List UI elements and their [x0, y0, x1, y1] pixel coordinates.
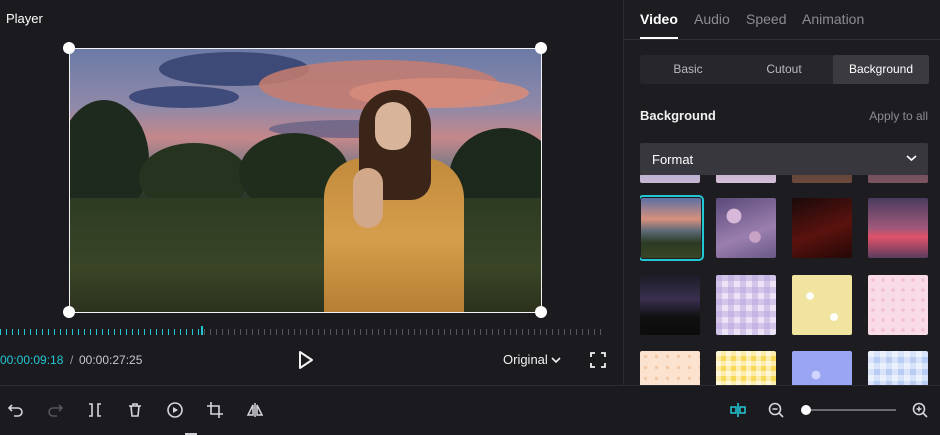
- undo-icon: [7, 404, 23, 417]
- player-title: Player: [6, 11, 43, 26]
- timeline-played: [0, 329, 201, 335]
- zoom-slider-knob[interactable]: [801, 405, 811, 415]
- fullscreen-icon: [590, 352, 606, 368]
- zoom-slider-track[interactable]: [806, 409, 896, 411]
- chevron-down-icon: [551, 356, 561, 363]
- tab-video[interactable]: Video: [640, 11, 678, 27]
- video-subtabs: Basic Cutout Background: [640, 55, 929, 84]
- bg-thumb-pink-room[interactable]: [868, 198, 928, 258]
- current-time: 00:00:09:18: [0, 353, 64, 367]
- replay-icon: [167, 402, 183, 418]
- play-button[interactable]: [296, 349, 316, 371]
- crop-icon: [207, 402, 223, 418]
- person-arm: [353, 168, 383, 228]
- bg-thumb-pink-dots[interactable]: [868, 275, 928, 335]
- crop-button[interactable]: [206, 401, 224, 419]
- bg-thumb-daisy-yellow[interactable]: [792, 275, 852, 335]
- bg-thumb-4[interactable]: [868, 175, 928, 183]
- zoom-in-button[interactable]: [911, 401, 929, 419]
- mirror-button[interactable]: [246, 401, 264, 419]
- chevron-down-icon: [906, 155, 917, 162]
- resize-handle-bottom-right[interactable]: [535, 306, 547, 318]
- fullscreen-button[interactable]: [589, 351, 607, 369]
- playhead[interactable]: [201, 326, 203, 335]
- resize-handle-top-left[interactable]: [63, 42, 75, 54]
- bg-thumb-blue-bubbles[interactable]: [792, 351, 852, 385]
- bg-thumb-bunny-check[interactable]: [716, 275, 776, 335]
- property-tabs: Video Audio Speed Animation: [624, 0, 940, 40]
- delete-button[interactable]: [126, 401, 144, 419]
- subtab-basic[interactable]: Basic: [640, 55, 736, 84]
- apply-to-all-button[interactable]: Apply to all: [869, 109, 928, 123]
- properties-panel: Video Audio Speed Animation Basic Cutout…: [623, 0, 940, 385]
- bg-thumb-yellow-check[interactable]: [716, 351, 776, 385]
- mirror-icon: [246, 403, 264, 417]
- subtab-cutout[interactable]: Cutout: [736, 55, 832, 84]
- split-button[interactable]: [86, 401, 104, 419]
- video-preview[interactable]: [69, 48, 542, 313]
- cloud-shape: [129, 86, 239, 108]
- time-separator: /: [70, 353, 74, 367]
- person-face: [375, 102, 411, 150]
- aspect-ratio-value: Original: [503, 352, 548, 367]
- bg-thumb-blue-bear[interactable]: [868, 351, 928, 385]
- undo-button[interactable]: [7, 401, 25, 419]
- active-tab-indicator: [640, 37, 678, 39]
- bg-thumb-flowers[interactable]: [716, 198, 776, 258]
- bg-thumb-2[interactable]: [716, 175, 776, 183]
- delete-icon: [129, 403, 141, 417]
- grass-field: [69, 198, 542, 313]
- resize-handle-top-right[interactable]: [535, 42, 547, 54]
- format-dropdown[interactable]: Format: [640, 143, 928, 175]
- resize-handle-bottom-left[interactable]: [63, 306, 75, 318]
- subtab-background[interactable]: Background: [833, 55, 929, 84]
- replay-button[interactable]: [166, 401, 184, 419]
- background-section-title: Background: [640, 108, 716, 123]
- bg-thumb-peach-dots[interactable]: [640, 351, 700, 385]
- bg-thumb-dark-red[interactable]: [792, 198, 852, 258]
- redo-icon: [48, 404, 64, 417]
- play-icon: [299, 351, 313, 369]
- player-panel: Player 00:00:09:18 / 00:00:27:25 Origina…: [0, 0, 622, 385]
- bg-thumb-3[interactable]: [792, 175, 852, 183]
- zoom-out-button[interactable]: [767, 401, 785, 419]
- tab-speed[interactable]: Speed: [746, 11, 786, 27]
- format-dropdown-label: Format: [652, 152, 694, 167]
- bottom-toolbar: [0, 385, 940, 435]
- background-grid: [640, 175, 932, 385]
- redo-button[interactable]: [46, 401, 64, 419]
- zoom-out-icon: [768, 402, 784, 418]
- zoom-in-icon: [912, 402, 928, 418]
- snap-icon: [730, 403, 746, 417]
- split-icon: [89, 403, 101, 417]
- bg-thumb-phone-camera[interactable]: [640, 275, 700, 335]
- bg-thumb-sunset-field[interactable]: [640, 195, 704, 261]
- bg-thumb-1[interactable]: [640, 175, 700, 183]
- total-time: 00:00:27:25: [79, 353, 143, 367]
- snap-button[interactable]: [729, 401, 747, 419]
- tab-animation[interactable]: Animation: [802, 11, 864, 27]
- tab-audio[interactable]: Audio: [694, 11, 730, 27]
- aspect-ratio-select[interactable]: Original: [503, 352, 561, 367]
